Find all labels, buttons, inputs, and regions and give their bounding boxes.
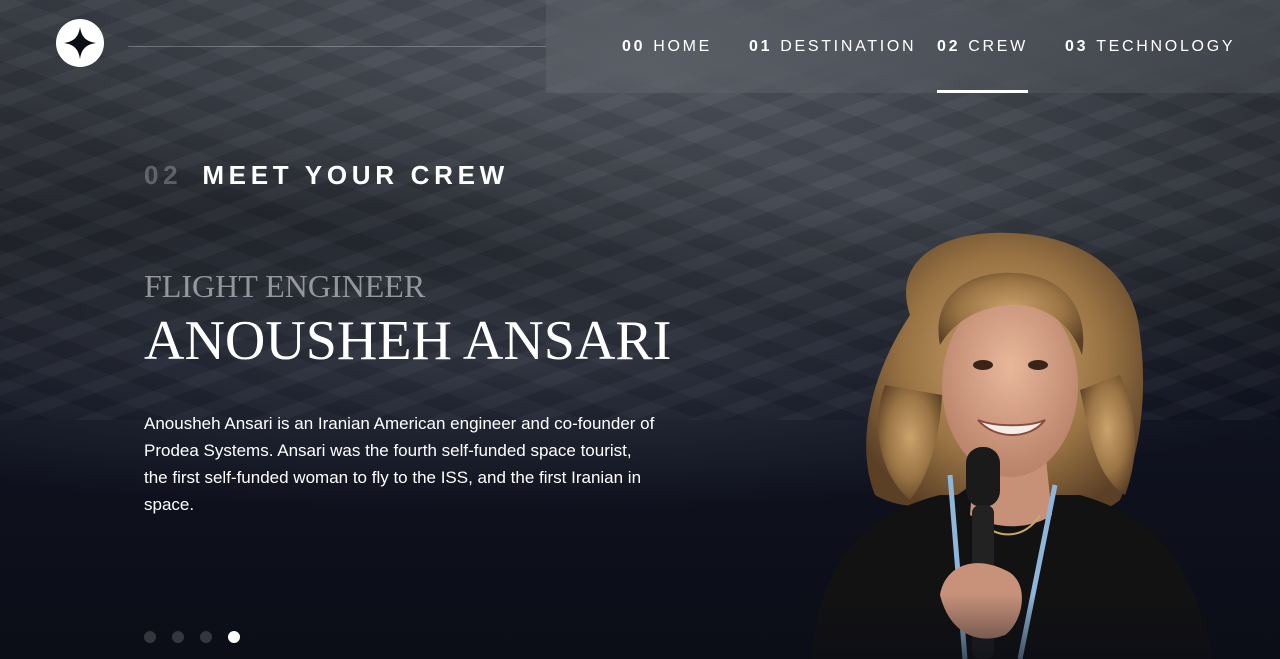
nav-item-technology[interactable]: 03 TECHNOLOGY	[1065, 0, 1235, 93]
header-divider-line	[128, 46, 546, 47]
crew-name: ANOUSHEH ANSARI	[144, 310, 672, 372]
nav-item-label: HOME	[653, 37, 713, 55]
logo-star-icon[interactable]	[56, 19, 104, 67]
page-title-text: MEET YOUR CREW	[202, 160, 509, 190]
primary-nav: 00 HOME 01 DESTINATION 02 CREW 03 TECHNO…	[546, 0, 1280, 93]
carousel-dot-2[interactable]	[172, 631, 184, 643]
crew-role: FLIGHT ENGINEER	[144, 268, 426, 304]
nav-item-home[interactable]: 00 HOME	[622, 0, 712, 93]
nav-item-number: 00	[622, 37, 646, 55]
nav-item-crew[interactable]: 02 CREW	[937, 0, 1028, 93]
nav-item-number: 03	[1065, 37, 1089, 55]
nav-item-number: 01	[749, 37, 773, 55]
nav-item-label: TECHNOLOGY	[1096, 37, 1236, 55]
carousel-dot-3[interactable]	[200, 631, 212, 643]
nav-item-number: 02	[937, 37, 961, 55]
nav-item-destination[interactable]: 01 DESTINATION	[749, 0, 916, 93]
crew-page: 00 HOME 01 DESTINATION 02 CREW 03 TECHNO…	[0, 0, 1280, 659]
page-title: 02 MEET YOUR CREW	[144, 160, 509, 191]
crew-portrait-image	[790, 225, 1230, 659]
nav-item-label: DESTINATION	[780, 37, 917, 55]
crew-bio: Anousheh Ansari is an Iranian American e…	[144, 414, 655, 514]
page-title-number: 02	[144, 160, 183, 190]
star-icon	[64, 27, 96, 59]
carousel-dot-1[interactable]	[144, 631, 156, 643]
carousel-dot-4[interactable]	[228, 631, 240, 643]
crew-carousel-dots	[144, 631, 240, 643]
nav-item-label: CREW	[968, 37, 1028, 55]
